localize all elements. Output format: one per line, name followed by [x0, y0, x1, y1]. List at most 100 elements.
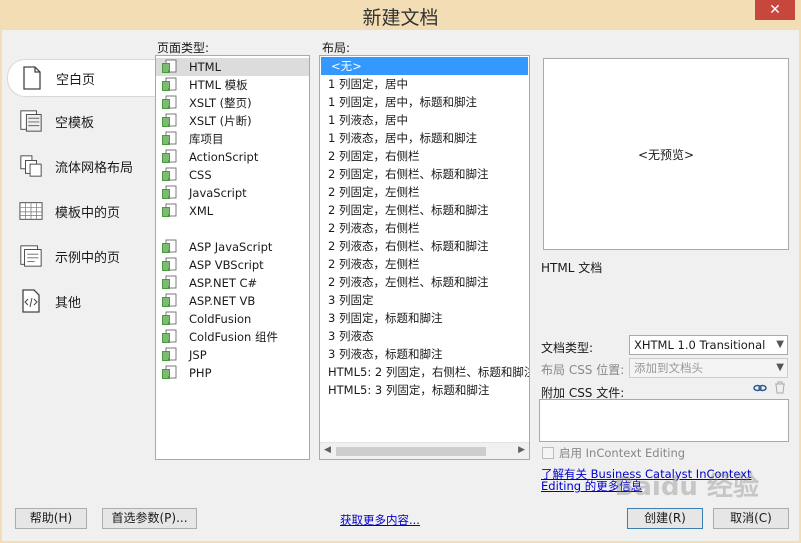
file-type-icon: [161, 365, 177, 381]
file-type-icon: [161, 149, 177, 165]
layout-item[interactable]: <无>: [321, 57, 528, 75]
page-type-label: ActionScript: [189, 150, 259, 164]
file-type-icon: [161, 185, 177, 201]
page-type-item[interactable]: ColdFusion 组件: [156, 328, 309, 346]
css-position-label: 布局 CSS 位置:: [541, 363, 625, 377]
layout-item[interactable]: 2 列固定，右侧栏、标题和脚注: [320, 165, 529, 183]
file-type-icon: [161, 95, 177, 111]
layout-item[interactable]: 2 列液态，左侧栏、标题和脚注: [320, 273, 529, 291]
page-type-item[interactable]: 库项目: [156, 130, 309, 148]
page-type-label: HTML 模板: [189, 78, 248, 92]
file-type-icon: [161, 59, 177, 75]
layout-heading: 布局:: [322, 41, 351, 55]
page-type-item[interactable]: ColdFusion: [156, 310, 309, 328]
preferences-button[interactable]: 首选参数(P)...: [102, 508, 197, 529]
page-type-label: JSP: [189, 348, 207, 362]
page-type-label: ASP.NET C#: [189, 276, 258, 290]
page-type-label: XSLT (片断): [189, 114, 252, 128]
nav-item-other[interactable]: 其他: [7, 282, 157, 320]
file-type-icon: [161, 293, 177, 309]
nav-item-page-from-template[interactable]: 模板中的页: [7, 192, 157, 230]
layout-item[interactable]: HTML5: 3 列固定，标题和脚注: [320, 381, 529, 399]
scrollbar-thumb[interactable]: [336, 447, 486, 456]
layout-item[interactable]: 3 列固定，标题和脚注: [320, 309, 529, 327]
page-type-item[interactable]: PHP: [156, 364, 309, 382]
chevron-down-icon: ▼: [776, 362, 784, 373]
css-position-select[interactable]: 添加到文档头 ▼: [629, 358, 788, 378]
page-type-item[interactable]: HTML: [156, 58, 309, 76]
attached-css-list[interactable]: [539, 399, 789, 442]
layout-item[interactable]: 1 列固定，居中，标题和脚注: [320, 93, 529, 111]
page-type-label: PHP: [189, 366, 212, 380]
file-type-icon: [161, 167, 177, 183]
scroll-left-arrow-icon[interactable]: ◀: [324, 445, 331, 455]
other-code-icon: [19, 288, 43, 314]
close-button[interactable]: ✕: [755, 0, 795, 20]
nav-item-blank-page[interactable]: 空白页: [7, 59, 160, 97]
page-from-template-icon: [19, 198, 43, 224]
get-more-content-link[interactable]: 获取更多内容...: [340, 512, 420, 528]
page-type-item[interactable]: XSLT (片断): [156, 112, 309, 130]
doctype-label: 文档类型:: [541, 341, 594, 355]
file-type-icon: [161, 131, 177, 147]
page-type-label: ASP JavaScript: [189, 240, 273, 254]
page-type-label: ColdFusion 组件: [189, 330, 279, 344]
trash-icon[interactable]: [774, 381, 786, 397]
layout-item[interactable]: 2 列固定，左侧栏、标题和脚注: [320, 201, 529, 219]
doctype-value: XHTML 1.0 Transitional: [634, 338, 766, 352]
watermark-logo: Baidu 经验: [614, 472, 759, 502]
layout-item[interactable]: 3 列液态: [320, 327, 529, 345]
nav-item-fluid-grid[interactable]: 流体网格布局: [7, 147, 157, 185]
layout-item[interactable]: 2 列固定，左侧栏: [320, 183, 529, 201]
fluid-grid-icon: [19, 153, 43, 179]
layout-list[interactable]: <无> 1 列固定，居中 1 列固定，居中，标题和脚注 1 列液态，居中 1 列液态，居…: [319, 55, 530, 460]
layout-horizontal-scrollbar[interactable]: ◀ ▶: [320, 442, 529, 459]
page-type-item[interactable]: ASP.NET C#: [156, 274, 309, 292]
preview-description: HTML 文档: [541, 261, 603, 275]
layout-item[interactable]: 3 列固定: [320, 291, 529, 309]
cancel-button[interactable]: 取消(C): [713, 508, 789, 529]
page-type-item[interactable]: XML: [156, 202, 309, 220]
page-type-item[interactable]: ActionScript: [156, 148, 309, 166]
incontext-checkbox-row[interactable]: 启用 InContext Editing: [542, 445, 685, 461]
page-type-list[interactable]: HTML HTML 模板 XSLT (整页) XSLT (片断) 库项目 ActionSc…: [155, 55, 310, 460]
page-type-item[interactable]: XSLT (整页): [156, 94, 309, 112]
layout-item[interactable]: 1 列固定，居中: [320, 75, 529, 93]
page-type-item[interactable]: CSS: [156, 166, 309, 184]
file-type-icon: [161, 275, 177, 291]
layout-item[interactable]: 2 列固定，右侧栏: [320, 147, 529, 165]
scroll-right-arrow-icon[interactable]: ▶: [518, 445, 525, 455]
page-type-item[interactable]: JavaScript: [156, 184, 309, 202]
nav-item-blank-template[interactable]: 空模板: [7, 102, 157, 140]
page-type-item[interactable]: ASP JavaScript: [156, 238, 309, 256]
page-type-label: 库项目: [189, 132, 224, 146]
layout-item[interactable]: 2 列液态，右侧栏: [320, 219, 529, 237]
page-type-item[interactable]: ASP VBScript: [156, 256, 309, 274]
link-css-icon[interactable]: [753, 382, 767, 397]
dialog-title: 新建文档: [362, 7, 439, 29]
layout-item[interactable]: 1 列液态，居中: [320, 111, 529, 129]
page-type-item[interactable]: HTML 模板: [156, 76, 309, 94]
page-from-sample-icon: [19, 243, 43, 269]
category-nav: 空白页 空模板 流体网格布局 模板中的页 示例中的页 其他: [2, 30, 160, 350]
nav-item-page-from-sample[interactable]: 示例中的页: [7, 237, 157, 275]
layout-item[interactable]: 2 列液态，左侧栏: [320, 255, 529, 273]
page-type-label: ASP.NET VB: [189, 294, 256, 308]
dialog-body: 空白页 空模板 流体网格布局 模板中的页 示例中的页 其他 页面类型: HTML…: [2, 30, 799, 541]
layout-item[interactable]: 2 列液态，右侧栏、标题和脚注: [320, 237, 529, 255]
file-type-icon: [161, 257, 177, 273]
layout-item[interactable]: 3 列液态，标题和脚注: [320, 345, 529, 363]
layout-item[interactable]: 1 列液态，居中，标题和脚注: [320, 129, 529, 147]
layout-item[interactable]: HTML5: 2 列固定，右侧栏、标题和脚注: [320, 363, 529, 381]
page-type-item[interactable]: JSP: [156, 346, 309, 364]
page-type-item[interactable]: ASP.NET VB: [156, 292, 309, 310]
help-button[interactable]: 帮助(H): [15, 508, 87, 529]
create-button[interactable]: 创建(R): [627, 508, 703, 529]
page-type-label: XML: [189, 204, 214, 218]
incontext-checkbox[interactable]: [542, 447, 554, 459]
blank-template-icon: [19, 108, 43, 134]
page-type-heading: 页面类型:: [157, 41, 210, 55]
page-type-label: JavaScript: [189, 186, 247, 200]
doctype-select[interactable]: XHTML 1.0 Transitional ▼: [629, 335, 788, 355]
incontext-label: 启用 InContext Editing: [559, 446, 686, 460]
